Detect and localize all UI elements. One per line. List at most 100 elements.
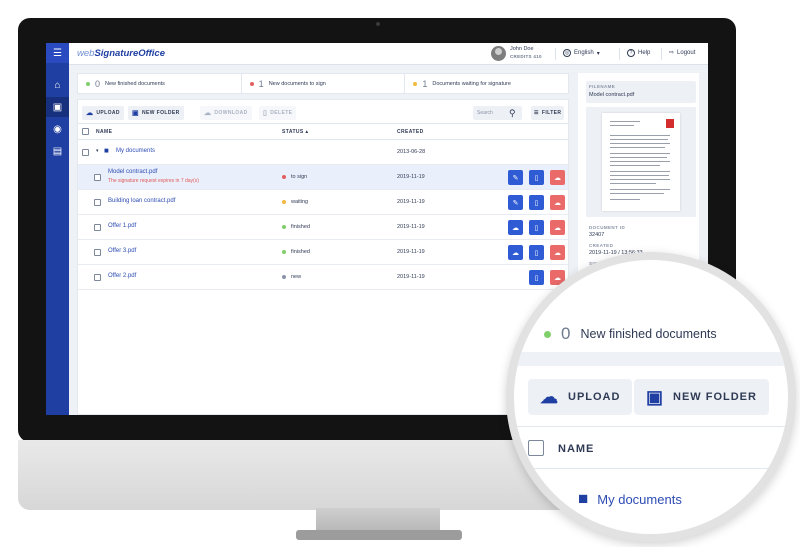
status-label: waiting (291, 199, 309, 205)
status-label: finished (291, 224, 310, 230)
reject-button[interactable]: ☁ (550, 195, 565, 210)
status-dot (86, 81, 90, 86)
zoomed-folder-row[interactable]: ■ My documents (578, 489, 682, 509)
table-row[interactable]: Building loan contract.pdf waiting 2019-… (78, 190, 568, 215)
cloud-off-icon: ☁ (554, 224, 561, 232)
sign-button[interactable]: ✎ (508, 195, 523, 210)
select-all-checkbox[interactable] (82, 128, 89, 135)
row-checkbox[interactable] (94, 174, 101, 181)
reject-button[interactable]: ☁ (550, 170, 565, 185)
file-name[interactable]: Model contract.pdf (108, 169, 157, 175)
signature-icon[interactable]: ◉ (46, 119, 69, 139)
download-button[interactable]: ☁ DOWNLOAD (200, 106, 252, 120)
user-credits: CREDITS 410 (510, 54, 542, 59)
status-badge: to sign (282, 174, 307, 180)
download-row-button[interactable]: ☁ (508, 245, 523, 260)
stat-waiting[interactable]: 1 Documents waiting for signature (405, 74, 568, 93)
trash-icon: ▯ (534, 174, 539, 182)
delete-label: DELETE (270, 110, 293, 116)
text-line (610, 179, 670, 180)
filter-button[interactable]: ☰ FILTER (531, 106, 565, 120)
delete-button[interactable]: ▯ DELETE (259, 106, 297, 120)
table-row[interactable]: Offer 1.pdf finished 2019-11-19 ☁ ▯ ☁ (78, 215, 568, 240)
language-select[interactable]: ◎ English ▾ (563, 49, 600, 57)
document-thumbnail[interactable] (602, 113, 680, 211)
webcam (376, 22, 380, 26)
user-avatar[interactable] (491, 46, 506, 61)
status-column-header[interactable]: STATUS ▴ (282, 129, 308, 135)
zoomed-select-all-checkbox[interactable] (528, 440, 544, 456)
zoomed-stat-finished[interactable]: 0 New finished documents (544, 324, 717, 344)
stat-label: New documents to sign (268, 80, 326, 87)
table-row[interactable]: Offer 3.pdf finished 2019-11-19 ☁ ▯ ☁ (78, 240, 568, 265)
cloud-download-icon: ☁ (512, 249, 519, 257)
row-checkbox[interactable] (94, 224, 101, 231)
text-line (610, 183, 656, 184)
created-date: 2019-11-19 (397, 174, 425, 180)
folder-row[interactable]: ▾ ■ My documents 2013-06-28 (78, 140, 568, 165)
search-icon[interactable]: ⚲ (509, 106, 516, 120)
status-dot (544, 330, 551, 338)
folder-name: My documents (597, 491, 682, 507)
status-badge: new (282, 274, 301, 280)
text-line (610, 121, 640, 122)
folder-icon: ■ (578, 489, 589, 508)
created-date: 2019-11-19 (397, 274, 425, 280)
name-column-header[interactable]: NAME (96, 129, 112, 135)
zoomed-name-header[interactable]: NAME (558, 443, 594, 455)
file-name[interactable]: Offer 1.pdf (108, 223, 136, 229)
zoomed-upload-button[interactable]: ☁ UPLOAD (528, 379, 633, 415)
status-badge: finished (282, 249, 310, 255)
language-label: English (574, 50, 594, 56)
stat-count: 1 (258, 78, 264, 89)
file-name[interactable]: Building loan contract.pdf (108, 198, 175, 204)
seal-icon (666, 119, 674, 128)
archive-icon[interactable]: ▤ (46, 141, 69, 161)
created-date: 2019-11-19 (397, 199, 425, 205)
upload-button[interactable]: ☁ UPLOAD (82, 106, 124, 120)
delete-row-button[interactable]: ▯ (529, 170, 544, 185)
document-id-label: DOCUMENT ID (589, 225, 626, 230)
stat-to-sign[interactable]: 1 New documents to sign (242, 74, 406, 93)
desktop-icon[interactable]: ▣ (46, 97, 69, 117)
logout-link[interactable]: ⇨ Logout (669, 49, 695, 57)
app-logo[interactable]: webSignatureOffice (77, 48, 165, 59)
sign-button[interactable]: ✎ (508, 170, 523, 185)
table-row[interactable]: Model contract.pdf The signature request… (78, 165, 568, 190)
expand-icon[interactable]: ▾ (96, 148, 99, 154)
created-column-header[interactable]: CREATED (397, 129, 424, 135)
cloud-download-icon: ☁ (512, 224, 519, 232)
row-checkbox[interactable] (94, 249, 101, 256)
zoomed-new-folder-button[interactable]: ▣ NEW FOLDER (634, 379, 769, 415)
chevron-down-icon: ▾ (596, 50, 600, 57)
reject-button[interactable]: ☁ (550, 245, 565, 260)
download-row-button[interactable]: ☁ (508, 220, 523, 235)
help-link[interactable]: ? Help (627, 49, 650, 57)
text-line (610, 125, 634, 126)
reject-button[interactable]: ☁ (550, 220, 565, 235)
stat-finished[interactable]: 0 New finished documents (78, 74, 242, 93)
folder-name[interactable]: My documents (116, 148, 155, 154)
row-checkbox[interactable] (94, 274, 101, 281)
file-name[interactable]: Offer 2.pdf (108, 273, 136, 279)
text-line (610, 135, 670, 136)
menu-icon[interactable]: ☰ (46, 43, 69, 63)
divider (514, 468, 788, 469)
new-folder-label: NEW FOLDER (142, 110, 180, 116)
divider (619, 48, 620, 60)
home-icon[interactable]: ⌂ (46, 75, 69, 95)
delete-row-button[interactable]: ▯ (529, 245, 544, 260)
delete-row-button[interactable]: ▯ (529, 195, 544, 210)
status-label: new (291, 274, 302, 280)
new-folder-button[interactable]: ▣ NEW FOLDER (128, 106, 184, 120)
file-name[interactable]: Offer 3.pdf (108, 248, 136, 254)
table-header: NAME STATUS ▴ CREATED (78, 124, 568, 140)
delete-row-button[interactable]: ▯ (529, 220, 544, 235)
upload-label: UPLOAD (568, 391, 621, 403)
status-label: to sign (291, 174, 308, 180)
table-row[interactable]: Offer 2.pdf new 2019-11-19 ▯ ☁ (78, 265, 568, 290)
cloud-off-icon: ☁ (554, 199, 561, 207)
row-checkbox[interactable] (82, 149, 89, 156)
status-badge: waiting (282, 199, 308, 205)
row-checkbox[interactable] (94, 199, 101, 206)
